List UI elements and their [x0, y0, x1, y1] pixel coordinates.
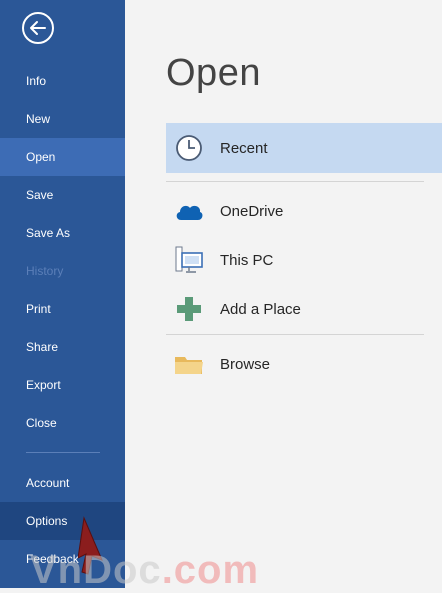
nav-account[interactable]: Account [0, 464, 125, 502]
nav-share[interactable]: Share [0, 328, 125, 366]
place-browse[interactable]: Browse [166, 339, 442, 389]
place-this-pc[interactable]: This PC [166, 235, 442, 285]
nav-close[interactable]: Close [0, 404, 125, 442]
nav-info[interactable]: Info [0, 62, 125, 100]
nav-save-as[interactable]: Save As [0, 214, 125, 252]
nav-export[interactable]: Export [0, 366, 125, 404]
place-onedrive-label: OneDrive [220, 202, 284, 220]
places-divider-bottom [166, 334, 424, 335]
mouse-cursor-icon [78, 516, 103, 575]
nav-new[interactable]: New [0, 100, 125, 138]
folder-icon [172, 347, 206, 381]
clock-icon [172, 131, 206, 165]
nav-save[interactable]: Save [0, 176, 125, 214]
nav-open[interactable]: Open [0, 138, 125, 176]
place-onedrive[interactable]: OneDrive [166, 186, 442, 236]
place-this-pc-label: This PC [220, 251, 274, 269]
nav-history: History [26, 264, 64, 278]
nav-feedback[interactable]: Feedback [0, 540, 125, 578]
back-arrow-icon [30, 21, 46, 35]
nav-options[interactable]: Options [0, 502, 125, 540]
nav-print[interactable]: Print [0, 290, 125, 328]
place-add-a-place[interactable]: Add a Place [166, 284, 442, 334]
open-panel: Open Recent OneDrive This PC Add a Place… [125, 0, 442, 588]
cloud-icon [172, 194, 206, 228]
place-recent-label: Recent [220, 139, 268, 157]
places-divider-top [166, 181, 424, 182]
plus-icon [172, 292, 206, 326]
place-recent[interactable]: Recent [166, 123, 442, 173]
backstage-sidebar: Info New Open Save Save As History Print… [0, 0, 125, 588]
place-browse-label: Browse [220, 355, 271, 373]
place-add-a-place-label: Add a Place [220, 300, 301, 318]
page-title: Open [166, 52, 261, 94]
sidebar-divider [26, 452, 100, 453]
computer-icon [172, 243, 206, 277]
back-button[interactable] [22, 12, 54, 44]
